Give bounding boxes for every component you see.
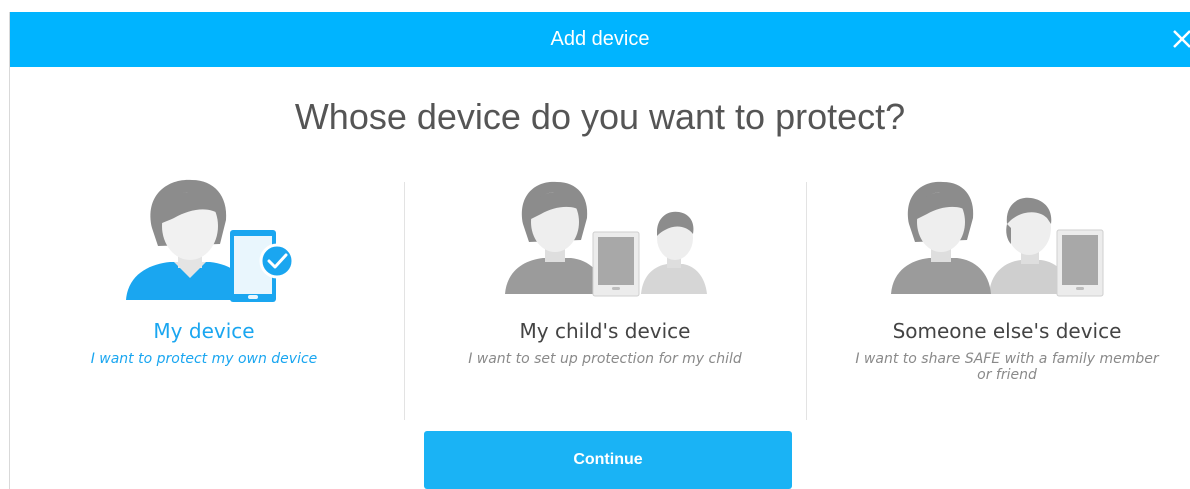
close-icon[interactable] — [1168, 25, 1190, 53]
option-description: I want to set up protection for my child — [468, 351, 742, 367]
option-my-device[interactable]: My device I want to protect my own devic… — [4, 166, 404, 416]
continue-button[interactable]: Continue — [424, 431, 792, 489]
page-question: Whose device do you want to protect? — [294, 96, 906, 137]
dialog-title: Add device — [550, 28, 650, 50]
dialog-header: Add device — [10, 12, 1190, 67]
option-someone-elses-device[interactable]: Someone else's device I want to share SA… — [807, 166, 1190, 416]
option-childs-device[interactable]: My child's device I want to set up prote… — [405, 166, 805, 416]
top-border — [9, 0, 1190, 12]
two-adults-icon — [891, 181, 1104, 297]
option-title: My child's device — [519, 319, 691, 343]
option-description: I want to share SAFE with a family membe… — [855, 351, 1159, 383]
option-title: My device — [153, 319, 255, 343]
parent-with-child-icon — [505, 181, 707, 297]
person-with-device-icon — [126, 179, 295, 302]
option-title: Someone else's device — [892, 319, 1122, 343]
option-description: I want to protect my own device — [90, 351, 318, 367]
